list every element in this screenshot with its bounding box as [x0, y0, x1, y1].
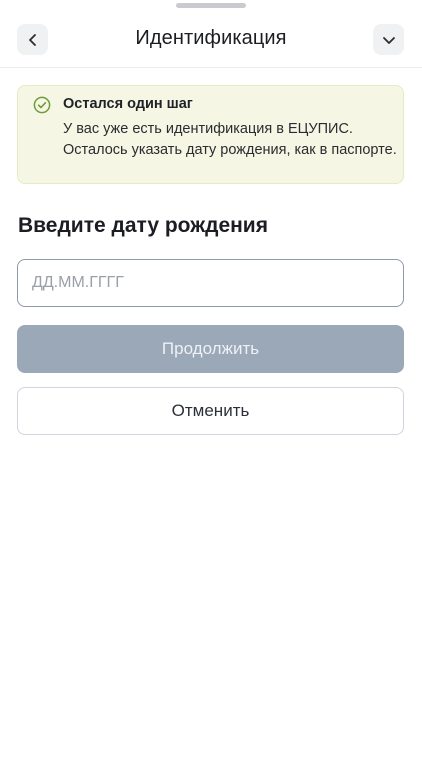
notice-text: У вас уже есть идентификация в ЕЦУПИС. О… — [63, 121, 397, 158]
main-content: Остался один шаг У вас уже есть идентифи… — [0, 68, 422, 765]
bottom-sheet: Идентификация Остался один шаг У вас уже… — [0, 0, 422, 765]
info-notice: Остался один шаг У вас уже есть идентифи… — [17, 85, 404, 184]
chevron-down-icon — [382, 36, 395, 44]
continue-button[interactable]: Продолжить — [17, 325, 404, 373]
back-button[interactable] — [17, 24, 48, 55]
check-circle-icon — [33, 96, 51, 114]
chevron-left-icon — [28, 33, 36, 46]
app-screen: Идентификация Остался один шаг У вас уже… — [0, 0, 422, 765]
drag-handle[interactable] — [176, 3, 246, 8]
header: Идентификация — [0, 0, 422, 68]
birth-date-input[interactable] — [17, 259, 404, 307]
page-title: Идентификация — [135, 27, 287, 49]
notice-title: Остался один шаг — [63, 96, 193, 112]
cancel-button[interactable]: Отменить — [17, 387, 404, 435]
form-heading: Введите дату рождения — [18, 214, 268, 237]
collapse-button[interactable] — [373, 24, 404, 55]
